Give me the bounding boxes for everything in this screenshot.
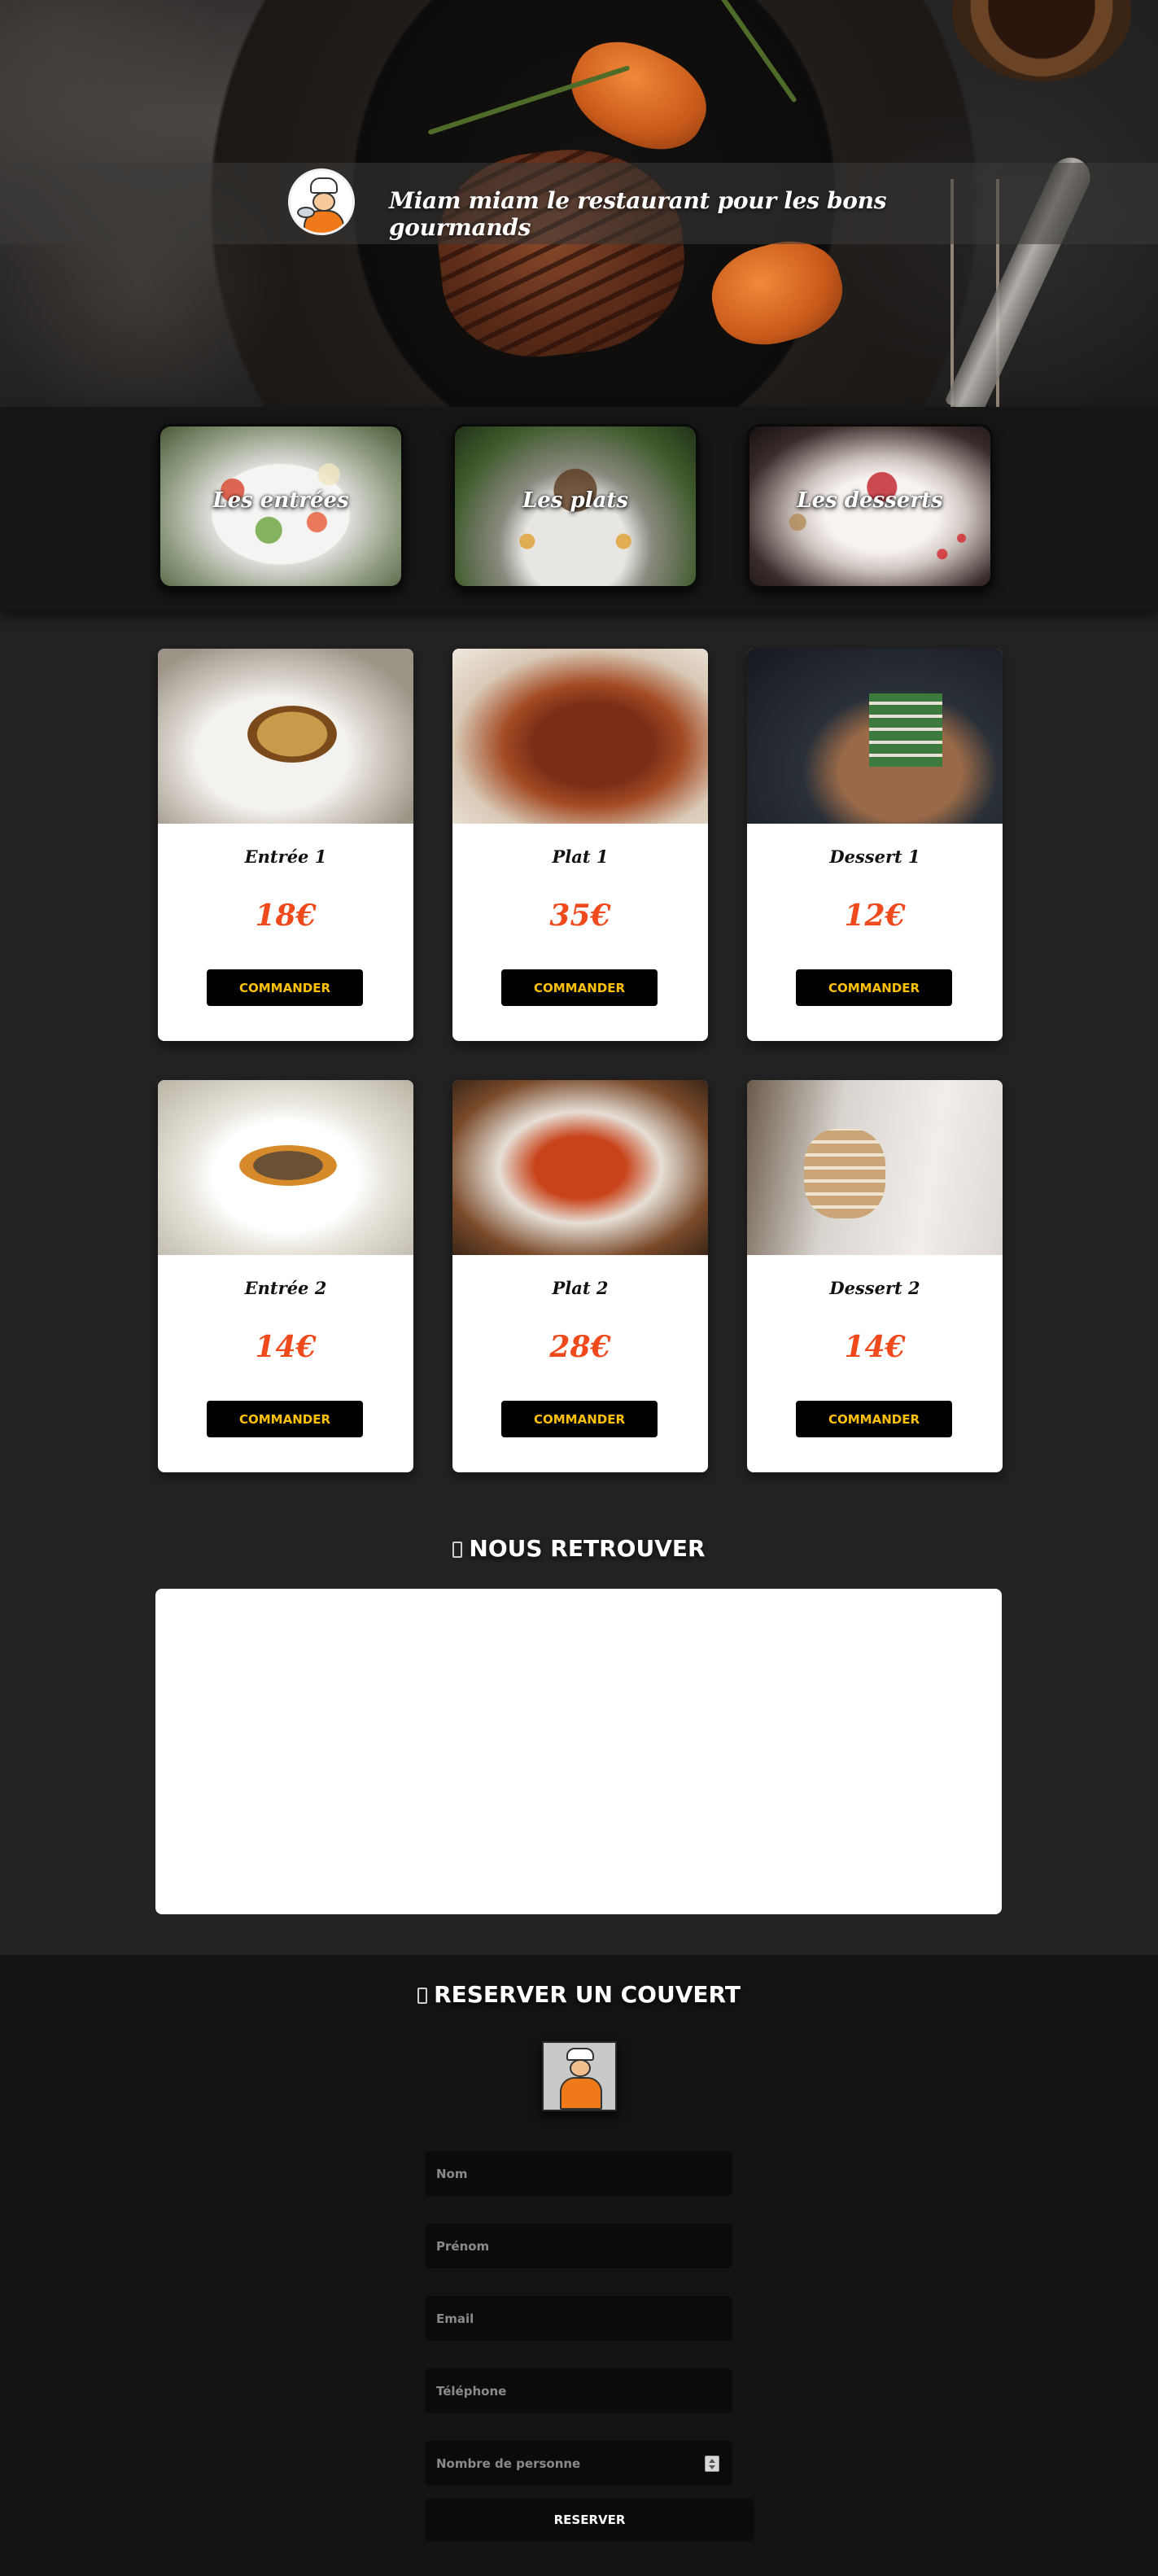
order-button[interactable]: COMMANDER [796,1401,952,1437]
category-entrees[interactable]: Les entrées [158,424,404,588]
number-spinner[interactable] [705,2456,719,2472]
menu-card: Plat 2 28€ COMMANDER [452,1080,708,1472]
map-embed[interactable] [155,1589,1002,1914]
dish-photo [452,649,708,824]
dish-photo [158,649,413,824]
location-heading: NOUS RETROUVER [0,1535,1158,1562]
firstname-field[interactable] [425,2224,732,2268]
dish-price: 35€ [549,899,611,933]
name-field[interactable] [425,2151,732,2196]
phone-field[interactable] [425,2368,732,2413]
reserve-button[interactable]: RESERVER [425,2499,754,2541]
order-button[interactable]: COMMANDER [796,969,952,1006]
phone-icon [452,1542,463,1558]
reservation-heading: RESERVER UN COUVERT [0,1981,1158,2008]
category-plats[interactable]: Les plats [452,424,698,588]
dish-price: 14€ [844,1330,906,1364]
dish-name: Plat 1 [552,846,609,867]
dish-name: Plat 2 [552,1278,609,1298]
chef-image [542,2041,617,2111]
email-field[interactable] [425,2296,732,2341]
site-title: Miam miam le restaurant pour les bons go… [389,187,887,241]
dish-price: 14€ [255,1330,317,1364]
menu-card: Dessert 2 14€ COMMANDER [747,1080,1003,1472]
dish-name: Entrée 2 [244,1278,327,1298]
hero-banner: Miam miam le restaurant pour les bons go… [0,0,1158,407]
dish-photo [158,1080,413,1255]
dish-photo [747,649,1003,824]
reservation-title: RESERVER UN COUVERT [434,1981,741,2008]
dish-name: Dessert 2 [829,1278,920,1298]
guests-field[interactable] [425,2441,732,2486]
menu-card: Dessert 1 12€ COMMANDER [747,649,1003,1041]
category-label: Les plats [522,488,629,513]
order-button[interactable]: COMMANDER [501,1401,658,1437]
category-label: Les entrées [212,488,349,513]
dish-name: Entrée 1 [244,846,327,867]
dish-price: 12€ [844,899,906,933]
chef-logo[interactable] [288,168,355,235]
phone-icon [417,1988,428,2004]
order-button[interactable]: COMMANDER [207,1401,363,1437]
menu-card: Entrée 1 18€ COMMANDER [158,649,413,1041]
dish-price: 18€ [255,899,317,933]
order-button[interactable]: COMMANDER [501,969,658,1006]
menu-card: Plat 1 35€ COMMANDER [452,649,708,1041]
location-title: NOUS RETROUVER [469,1535,706,1562]
dish-photo [747,1080,1003,1255]
dish-photo [452,1080,708,1255]
menu-card: Entrée 2 14€ COMMANDER [158,1080,413,1472]
order-button[interactable]: COMMANDER [207,969,363,1006]
dish-price: 28€ [549,1330,611,1364]
category-desserts[interactable]: Les desserts [747,424,993,588]
dish-name: Dessert 1 [829,846,920,867]
category-label: Les desserts [797,488,943,513]
